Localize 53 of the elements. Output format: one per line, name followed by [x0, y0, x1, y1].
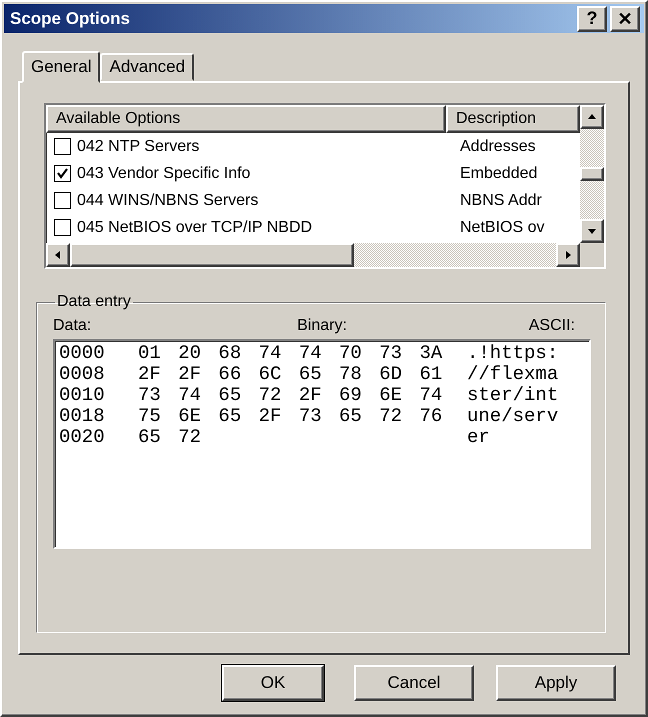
ascii-text: une/serv [467, 406, 558, 427]
scroll-thumb[interactable] [70, 243, 354, 267]
checkbox[interactable] [54, 219, 71, 236]
field-label: Binary: [297, 317, 347, 335]
scroll-right-button[interactable] [556, 243, 580, 267]
close-button[interactable]: ✕ [610, 6, 640, 32]
field-label: Data: [53, 317, 92, 335]
help-button[interactable]: ? [577, 6, 607, 32]
hex-bytes: 01 20 68 74 74 70 73 3A [138, 343, 442, 364]
option-name: 045 NetBIOS over TCP/IP NBDD [77, 218, 312, 236]
scroll-thumb[interactable] [580, 167, 604, 181]
scroll-left-button[interactable] [46, 243, 70, 267]
column-header[interactable]: Description [446, 105, 580, 133]
right-arrow-icon [563, 250, 573, 260]
down-arrow-icon [587, 226, 597, 236]
option-name: 042 NTP Servers [77, 138, 200, 156]
offset-text: 0000 [59, 343, 105, 364]
option-description: Embedded [460, 164, 538, 182]
left-arrow-icon [53, 250, 63, 260]
option-name: 044 WINS/NBNS Servers [77, 192, 258, 210]
tab[interactable]: Advanced [100, 53, 194, 81]
group-title: Data entry [56, 293, 132, 311]
ascii-text: ster/int [467, 385, 558, 406]
hex-bytes: 65 72 [138, 427, 202, 448]
checkbox[interactable] [54, 165, 71, 182]
ascii-text: .!https: [467, 343, 558, 364]
hex-bytes: 73 74 65 72 2F 69 6E 74 [138, 385, 442, 406]
up-arrow-icon [587, 112, 597, 122]
ascii-text: er [467, 427, 490, 448]
window-title: Scope Options [10, 8, 131, 28]
offset-text: 0008 [59, 364, 105, 385]
scroll-up-button[interactable] [580, 105, 604, 129]
hex-bytes: 75 6E 65 2F 73 65 72 76 [138, 406, 442, 427]
checkbox[interactable] [54, 192, 71, 209]
dialog-button[interactable]: OK [222, 665, 324, 701]
field-label: ASCII: [528, 317, 576, 335]
hex-bytes: 2F 2F 66 6C 65 78 6D 61 [138, 364, 442, 385]
option-name: 043 Vendor Specific Info [77, 164, 250, 182]
option-description: NetBIOS ov [460, 218, 544, 236]
option-description: NBNS Addr [460, 192, 542, 208]
offset-text: 0020 [59, 427, 105, 448]
checkbox[interactable] [54, 138, 71, 155]
offset-text: 0010 [59, 385, 105, 406]
option-description: Addresses [460, 138, 536, 154]
ascii-text: //flexma [467, 364, 558, 385]
column-header[interactable]: Available Options [46, 105, 446, 133]
dialog-button[interactable]: Apply [496, 665, 616, 701]
tab[interactable]: General [22, 51, 100, 83]
scroll-corner [580, 243, 604, 267]
offset-text: 0018 [59, 406, 105, 427]
dialog-button[interactable]: Cancel [354, 665, 474, 701]
data-field[interactable]: 0000 01 20 68 74 74 70 73 3A .!https: 0008 2F 2F 66 6C 65 78 6D 61 //flexma 0010 73 74 65 72 2F 69 6E 74 ster/int 0018 75 6E 65 2F 73 65 72 76 une/serv 0020 65 72 er [53, 339, 591, 549]
scroll-down-button[interactable] [580, 219, 604, 243]
